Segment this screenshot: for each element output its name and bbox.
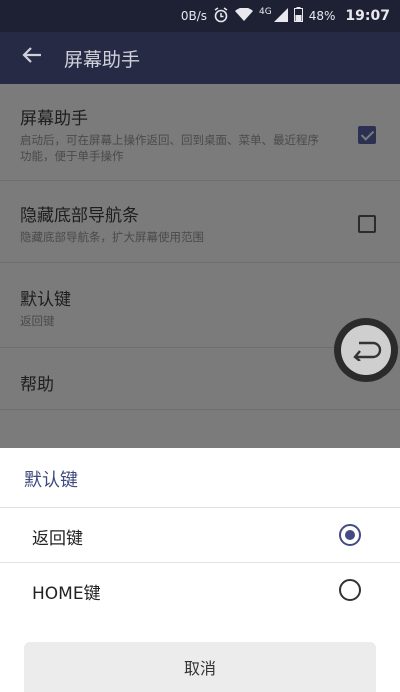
back-return-icon — [341, 325, 391, 375]
wifi-icon — [235, 6, 254, 25]
settings-list: 屏幕助手 启动后，可在屏幕上操作返回、回到桌面、菜单、最近程序功能，便于单手操作… — [0, 84, 400, 460]
setting-subtitle: 隐藏底部导航条，扩大屏幕使用范围 — [20, 230, 204, 244]
option-home-key[interactable]: HOME键 — [0, 563, 400, 617]
app-bar: 屏幕助手 — [0, 32, 400, 84]
setting-title: 隐藏底部导航条 — [20, 206, 139, 226]
battery-level: 48% — [308, 9, 336, 23]
hide-navbar-checkbox[interactable] — [358, 215, 376, 233]
status-bar: 0B/s 4G 48% 19:07 — [0, 0, 400, 32]
page-title: 屏幕助手 — [64, 48, 141, 71]
battery-icon — [293, 7, 303, 25]
signal-icon — [273, 7, 288, 25]
floating-assistant-button[interactable] — [334, 318, 398, 382]
setting-hide-navbar[interactable]: 隐藏底部导航条 隐藏底部导航条，扩大屏幕使用范围 — [0, 181, 400, 263]
option-label: 返回键 — [32, 529, 83, 549]
setting-screen-assistant[interactable]: 屏幕助手 启动后，可在屏幕上操作返回、回到桌面、菜单、最近程序功能，便于单手操作 — [0, 84, 400, 181]
back-key-radio[interactable] — [339, 524, 361, 546]
default-key-dialog: 默认键 返回键 HOME键 取消 — [0, 448, 400, 692]
setting-title: 默认键 — [20, 290, 71, 310]
screen-assistant-checkbox[interactable] — [358, 126, 376, 144]
network-speed: 0B/s — [180, 9, 208, 23]
clock-time: 19:07 — [345, 8, 390, 24]
option-label: HOME键 — [32, 584, 101, 604]
option-back-key[interactable]: 返回键 — [0, 508, 400, 562]
setting-title: 帮助 — [20, 375, 54, 395]
setting-title: 屏幕助手 — [20, 109, 88, 129]
dialog-title: 默认键 — [24, 470, 78, 491]
network-type: 4G — [259, 7, 272, 17]
alarm-icon — [213, 6, 229, 26]
cancel-button[interactable]: 取消 — [24, 642, 376, 692]
home-key-radio[interactable] — [339, 579, 361, 601]
setting-subtitle: 启动后，可在屏幕上操作返回、回到桌面、菜单、最近程序功能，便于单手操作 — [20, 133, 319, 163]
arrow-left-icon[interactable] — [0, 44, 64, 72]
setting-subtitle: 返回键 — [20, 314, 55, 328]
